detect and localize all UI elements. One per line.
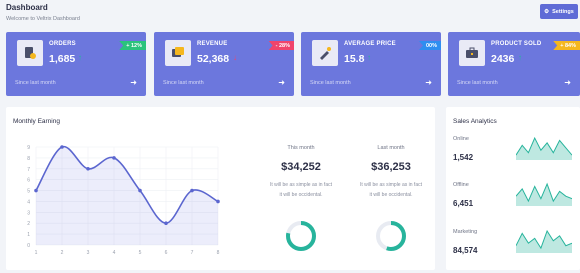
data-point <box>216 199 220 204</box>
data-point <box>86 166 90 171</box>
last-month-stat: Last month $36,253 It will be as simple … <box>346 145 436 200</box>
data-point <box>112 156 116 160</box>
x-tick-label: 7 <box>191 250 194 256</box>
revenue-icon <box>165 40 191 66</box>
settings-label: Settings <box>552 8 574 15</box>
page-subtitle: Welcome to Veltrix Dashboard <box>6 16 80 22</box>
sales-row-online: Online 1,542 <box>453 136 573 176</box>
y-tick-label: 3 <box>27 210 30 216</box>
x-tick-label: 6 <box>165 250 168 256</box>
y-tick-label: 8 <box>27 156 30 162</box>
row-value: 84,574 <box>453 246 478 255</box>
stat-value: $34,252 <box>281 161 321 173</box>
x-tick-label: 8 <box>217 250 220 256</box>
card-footer: Since last month <box>163 80 204 86</box>
card-product-sold: PRODUCT SOLD 2436 ↑ + 84% Since last mon… <box>448 32 580 96</box>
orders-icon <box>17 40 43 66</box>
sales-analytics-panel: Sales Analytics Online 1,542 Offline 6,4… <box>446 107 580 270</box>
this-month-stat: This month $34,252 It will be as simple … <box>256 145 346 200</box>
settings-button[interactable]: ⚙ Settings <box>540 4 578 19</box>
data-point <box>60 145 64 149</box>
card-footer: Since last month <box>457 80 498 86</box>
price-tag-icon <box>312 40 338 66</box>
card-badge: 00% <box>418 41 441 50</box>
y-tick-label: 2 <box>27 221 30 227</box>
sparkline <box>516 229 572 253</box>
last-month-progress-ring <box>376 221 406 251</box>
data-point <box>34 188 38 193</box>
card-label: AVERAGE PRICE <box>344 41 396 47</box>
arrow-up-icon: ↑ <box>78 53 82 62</box>
y-tick-label: 6 <box>27 178 30 184</box>
this-month-progress-ring <box>286 221 316 251</box>
sales-row-marketing: Marketing 84,574 <box>453 229 573 269</box>
card-value: 15.8 <box>344 53 365 65</box>
card-orders: ORDERS 1,685 ↑ + 12% Since last month ➜ <box>6 32 146 96</box>
earning-chart: 01234567891 2 3 4 5 6 7 8 <box>27 145 220 256</box>
card-footer: Since last month <box>310 80 351 86</box>
page-title: Dashboard <box>6 3 48 12</box>
card-average-price: AVERAGE PRICE 15.8 ↑ 00% Since last mont… <box>301 32 441 96</box>
y-tick-label: 4 <box>27 199 30 205</box>
area-fill <box>36 146 218 245</box>
arrow-right-icon[interactable]: ➜ <box>425 78 432 87</box>
row-value: 1,542 <box>453 153 474 162</box>
data-point <box>138 188 142 193</box>
card-value: 2436 <box>491 53 515 65</box>
panel-title: Sales Analytics <box>453 118 497 125</box>
data-point <box>164 221 168 226</box>
sparkline-area <box>516 138 572 160</box>
stat-value: $36,253 <box>371 161 411 173</box>
card-value: 1,685 <box>49 53 76 65</box>
page-header: Dashboard Welcome to Veltrix Dashboard <box>6 3 80 22</box>
sparkline <box>516 182 572 206</box>
y-tick-label: 5 <box>27 189 30 195</box>
arrow-up-icon: ↑ <box>518 53 522 62</box>
x-tick-label: 1 <box>35 250 38 256</box>
data-point <box>190 188 194 193</box>
y-tick-label: 0 <box>27 243 30 249</box>
y-tick-label: 7 <box>27 167 30 173</box>
sparkline <box>516 136 572 160</box>
card-badge: + 84% <box>553 41 580 50</box>
card-revenue: REVENUE 52,368 ↓ - 28% Since last month … <box>154 32 294 96</box>
x-tick-label: 5 <box>139 250 142 256</box>
arrow-up-icon: ↑ <box>367 53 371 62</box>
row-value: 6,451 <box>453 199 474 208</box>
monthly-earning-panel: Monthly Earning 012345678912345678 This … <box>6 107 435 270</box>
arrow-right-icon[interactable]: ➜ <box>564 78 571 87</box>
card-badge: + 12% <box>119 41 146 50</box>
briefcase-icon <box>459 40 485 66</box>
card-value: 52,368 <box>197 53 230 65</box>
arrow-right-icon[interactable]: ➜ <box>278 78 285 87</box>
stat-description: It will be as simple as in fact it will b… <box>360 182 422 198</box>
card-label: REVENUE <box>197 41 228 47</box>
card-label: PRODUCT SOLD <box>491 41 542 47</box>
card-badge: - 28% <box>268 41 294 50</box>
arrow-right-icon[interactable]: ➜ <box>130 78 137 87</box>
gear-icon: ⚙ <box>544 8 550 15</box>
card-label: ORDERS <box>49 41 76 47</box>
stat-description: It will be as simple as in fact it will b… <box>270 182 332 198</box>
stat-label: Last month <box>377 145 405 151</box>
x-tick-label: 3 <box>87 250 90 256</box>
y-tick-label: 9 <box>27 145 30 151</box>
x-tick-label: 2 <box>61 250 64 256</box>
y-tick-label: 1 <box>27 232 30 238</box>
x-tick-label: 4 <box>113 250 116 256</box>
stat-label: This month <box>287 145 315 151</box>
card-footer: Since last month <box>15 80 56 86</box>
arrow-down-icon: ↓ <box>233 53 237 62</box>
sales-row-offline: Offline 6,451 <box>453 182 573 222</box>
